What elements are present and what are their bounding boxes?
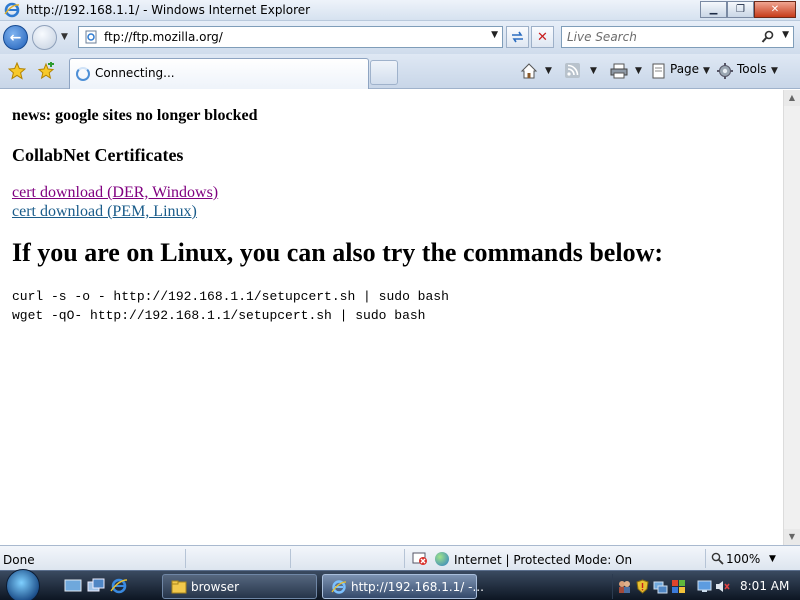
tab-label: Connecting... (95, 66, 175, 80)
print-icon[interactable] (610, 63, 628, 79)
popup-blocked-icon[interactable] (412, 552, 428, 566)
command-toolbar: Connecting... ▼ ▼ ▼ Page ▼ Tools ▼ (0, 54, 800, 89)
certificates-heading: CollabNet Certificates (12, 145, 184, 165)
tools-menu-button[interactable]: Tools (737, 62, 767, 76)
refresh-icon (512, 31, 523, 43)
zoom-magnifier-icon[interactable] (711, 552, 724, 565)
status-divider (404, 549, 405, 568)
address-bar[interactable]: ▼ (78, 26, 503, 48)
scroll-down-icon[interactable]: ▼ (784, 529, 800, 545)
new-tab-button[interactable] (370, 60, 398, 85)
title-bar: http://192.168.1.1/ - Windows Internet E… (0, 0, 800, 21)
windows-flag-tray-icon[interactable] (671, 579, 686, 594)
internet-zone-globe-icon (435, 552, 449, 566)
status-bar: Done Internet | Protected Mode: On 100% … (0, 545, 800, 570)
address-input[interactable] (104, 29, 474, 45)
zoom-level[interactable]: 100% (726, 552, 760, 566)
add-to-favorites-icon[interactable] (37, 62, 55, 80)
refresh-button[interactable] (506, 26, 529, 48)
display-tray-icon[interactable] (697, 579, 712, 594)
stop-button[interactable]: ✕ (531, 26, 554, 48)
internet-explorer-icon (331, 580, 347, 594)
status-divider (705, 549, 706, 568)
users-tray-icon[interactable] (617, 579, 632, 594)
page-dropdown-icon[interactable]: ▼ (703, 66, 710, 76)
vertical-scrollbar[interactable]: ▲ ▼ (783, 90, 800, 545)
page-icon (85, 30, 97, 44)
address-toolbar: ← ▼ ▼ ✕ ▼ (0, 21, 800, 54)
scroll-up-icon[interactable]: ▲ (784, 90, 800, 106)
back-button[interactable]: ← (3, 25, 28, 50)
network-tray-icon[interactable] (653, 579, 668, 594)
internet-explorer-icon (4, 2, 20, 18)
system-clock[interactable]: 8:01 AM (740, 579, 789, 593)
switch-windows-icon[interactable] (87, 577, 105, 595)
favorites-center-star-icon[interactable] (8, 62, 26, 80)
news-heading: news: google sites no longer blocked (12, 107, 258, 124)
zoom-dropdown-icon[interactable]: ▼ (769, 554, 776, 564)
notification-area: 8:01 AM (612, 574, 800, 599)
feeds-dropdown-icon[interactable]: ▼ (590, 66, 597, 76)
home-dropdown-icon[interactable]: ▼ (545, 66, 552, 76)
maximize-button[interactable]: ❐ (727, 1, 754, 18)
taskbar-button-browser[interactable]: browser (162, 574, 317, 599)
window-controls: ▁ ❐ ✕ (700, 1, 796, 18)
status-text: Done (3, 553, 35, 567)
windows-taskbar: browser http://192.168.1.1/ -... 8:01 AM (0, 569, 800, 600)
taskbar-button-ie[interactable]: http://192.168.1.1/ -... (322, 574, 484, 599)
loading-spinner-icon (76, 67, 90, 81)
status-divider (185, 549, 186, 568)
taskbar-button-label: http://192.168.1.1/ -... (351, 580, 484, 594)
page-menu-icon[interactable] (651, 63, 666, 79)
wget-command: wget -qO- http://192.168.1.1/setupcert.s… (12, 308, 426, 323)
gear-icon[interactable] (716, 62, 734, 80)
cert-download-der-link[interactable]: cert download (DER, Windows) (12, 184, 218, 202)
show-desktop-icon[interactable] (64, 577, 82, 595)
window-title: http://192.168.1.1/ - Windows Internet E… (26, 3, 311, 17)
recent-pages-dropdown-icon[interactable]: ▼ (61, 32, 68, 42)
home-icon[interactable] (520, 62, 538, 80)
print-dropdown-icon[interactable]: ▼ (635, 66, 642, 76)
tools-dropdown-icon[interactable]: ▼ (771, 66, 778, 76)
start-button[interactable] (6, 569, 40, 600)
security-shield-tray-icon[interactable] (635, 579, 650, 594)
folder-icon (171, 580, 187, 594)
internet-explorer-quicklaunch-icon[interactable] (110, 577, 128, 595)
taskbar-button-label: browser (191, 580, 240, 594)
forward-button[interactable] (32, 25, 57, 50)
tab-current[interactable]: Connecting... (69, 58, 369, 89)
volume-muted-icon[interactable] (715, 579, 730, 594)
curl-command: curl -s -o - http://192.168.1.1/setupcer… (12, 289, 449, 304)
cert-download-pem-link[interactable]: cert download (PEM, Linux) (12, 203, 197, 221)
page-content: news: google sites no longer blocked Col… (0, 90, 783, 545)
back-arrow-icon: ← (9, 29, 22, 46)
stop-icon: ✕ (537, 29, 548, 45)
address-dropdown-icon[interactable]: ▼ (491, 30, 498, 40)
page-menu-button[interactable]: Page (670, 62, 699, 76)
minimize-button[interactable]: ▁ (700, 1, 727, 18)
status-divider (290, 549, 291, 568)
linux-heading: If you are on Linux, you can also try th… (12, 238, 664, 267)
search-options-dropdown-icon[interactable]: ▼ (782, 30, 789, 40)
search-input[interactable] (567, 29, 757, 45)
close-button[interactable]: ✕ (754, 1, 796, 18)
search-icon[interactable] (761, 30, 775, 44)
feeds-icon[interactable] (565, 63, 580, 78)
search-box[interactable]: ▼ (561, 26, 794, 48)
security-zone-text[interactable]: Internet | Protected Mode: On (454, 553, 632, 567)
